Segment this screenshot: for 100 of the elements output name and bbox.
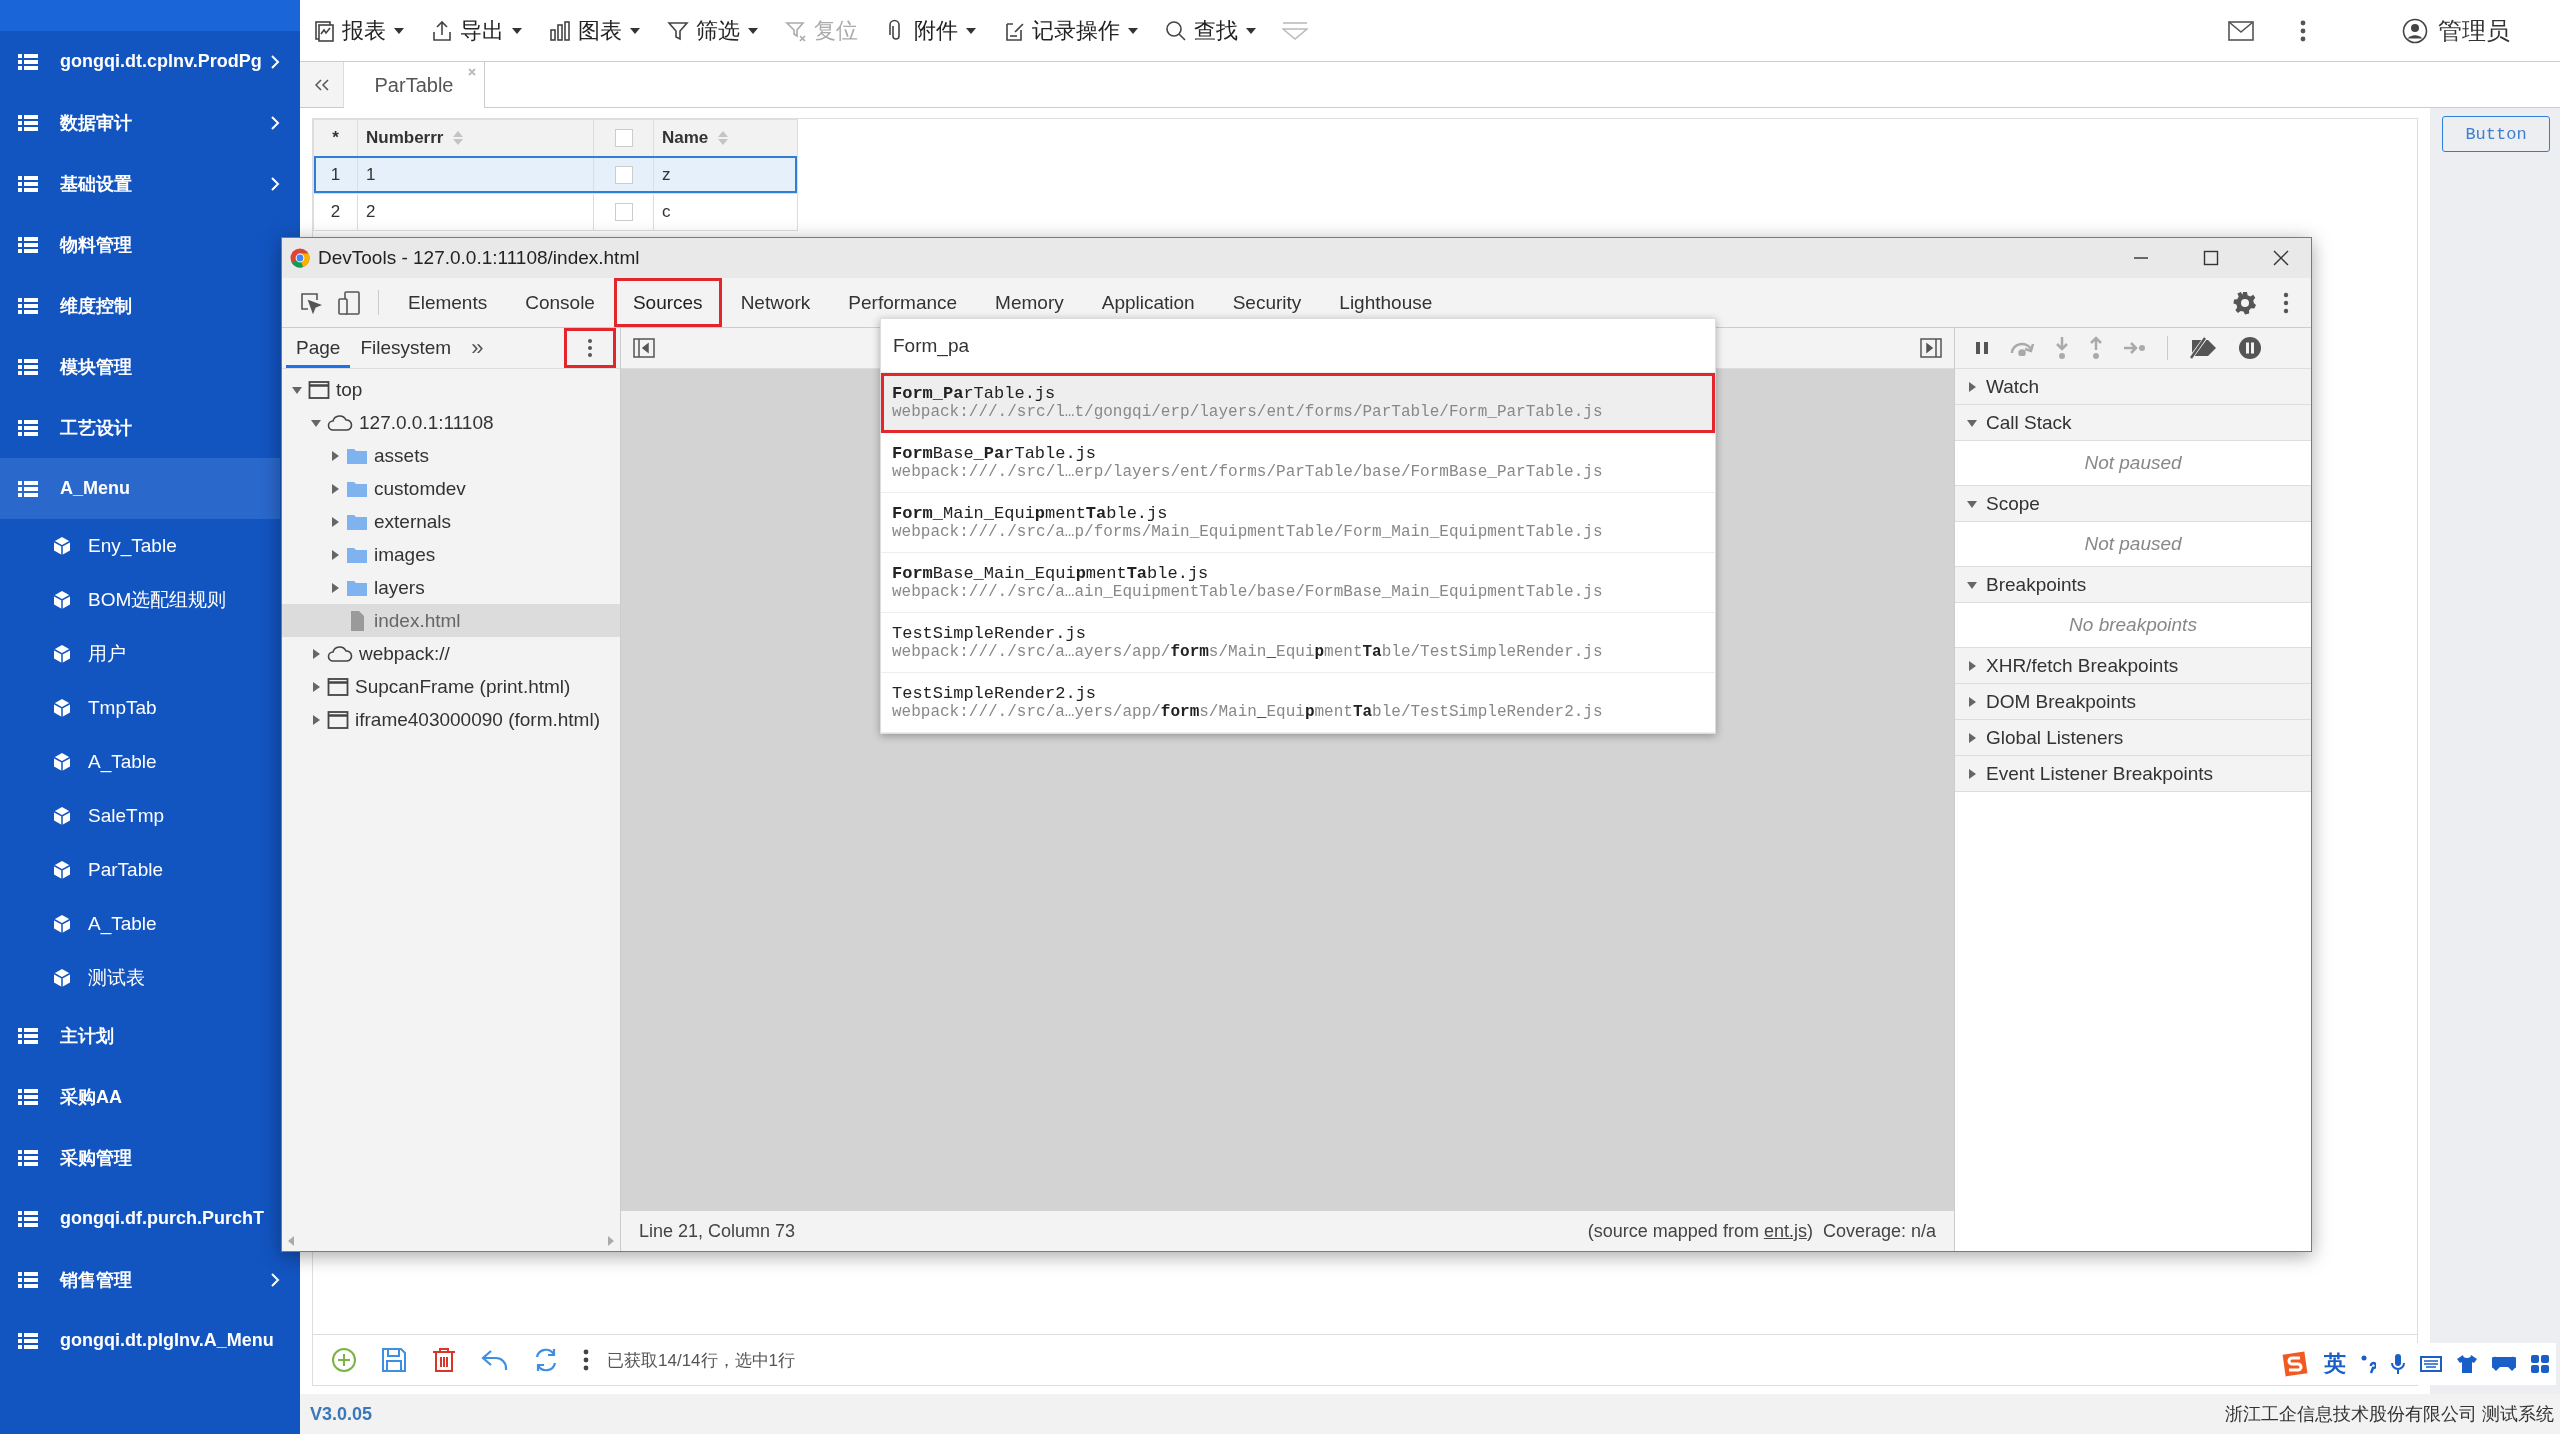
- caret-icon[interactable]: [311, 681, 321, 692]
- device-toolbar-icon[interactable]: [338, 290, 360, 315]
- toolbar-button[interactable]: 图表: [548, 15, 640, 46]
- toolbar-button[interactable]: 报表: [312, 15, 404, 46]
- search-result[interactable]: Form_Main_EquipmentTable.js webpack:///./src/a…p/forms/Main_EquipmentTable/Form_Main_EquipmentTable.js: [881, 493, 1715, 553]
- sidebar-item[interactable]: 主计划: [0, 1005, 280, 1066]
- source-link[interactable]: ent.js: [1763, 1220, 1807, 1241]
- tree-item[interactable]: index.html: [282, 604, 620, 637]
- toolbar-button[interactable]: 筛选: [666, 15, 758, 46]
- shirt-icon[interactable]: [2456, 1354, 2478, 1374]
- navigator-tab[interactable]: Filesystem: [350, 328, 462, 368]
- caret-icon[interactable]: [330, 582, 340, 593]
- search-result[interactable]: Form_ParTable.js webpack:///./src/l…t/gongqi/erp/layers/ent/forms/ParTable/Form_ParTable.js: [881, 373, 1715, 433]
- side-button[interactable]: Button: [2442, 116, 2550, 152]
- section-header[interactable]: Event Listener Breakpoints: [1955, 756, 2311, 792]
- table-row[interactable]: 1 1 z: [314, 156, 797, 193]
- sidebar-item[interactable]: gongqi.df.purch.PurchT: [0, 1188, 280, 1249]
- sidebar-item[interactable]: 物料管理: [0, 214, 280, 275]
- inspect-icon[interactable]: [300, 291, 322, 314]
- search-result[interactable]: FormBase_Main_EquipmentTable.js webpack:///./src/a…ain_EquipmentTable/base/FormBase_Main_EquipmentTable.js: [881, 553, 1715, 613]
- toolbar-button[interactable]: 导出: [430, 15, 522, 46]
- more-icon[interactable]: [2283, 291, 2289, 314]
- grid-icon[interactable]: [2530, 1354, 2550, 1374]
- sidebar-subitem[interactable]: 用户: [0, 627, 280, 681]
- toolbar-button[interactable]: 附件: [884, 15, 976, 46]
- caret-icon[interactable]: [311, 714, 321, 725]
- checkbox[interactable]: [614, 166, 633, 184]
- sidebar-item[interactable]: 采购管理: [0, 1127, 280, 1188]
- sidebar-subitem[interactable]: 测试表: [0, 951, 280, 1005]
- sidebar-item[interactable]: 采购AA: [0, 1066, 280, 1127]
- mail-icon[interactable]: [2228, 20, 2254, 41]
- sidebar-item[interactable]: 数据审计: [0, 92, 280, 153]
- delete-icon[interactable]: [431, 1347, 457, 1373]
- sidebar-item[interactable]: 维度控制: [0, 275, 280, 336]
- punctuation-icon[interactable]: [2360, 1354, 2376, 1374]
- tree-item[interactable]: assets: [282, 439, 620, 472]
- toolbar-button[interactable]: 记录操作: [1002, 15, 1138, 46]
- panel-tab[interactable]: Sources: [613, 278, 722, 327]
- settings-icon[interactable]: [2233, 290, 2257, 315]
- section-header[interactable]: Breakpoints: [1955, 567, 2311, 603]
- pause-on-exceptions-icon[interactable]: [2238, 336, 2262, 360]
- checkbox[interactable]: [614, 203, 633, 221]
- sidebar-item[interactable]: A_Menu: [0, 458, 280, 519]
- panel-tab[interactable]: Console: [506, 278, 614, 327]
- tree-item[interactable]: top: [282, 373, 620, 406]
- sidebar-subitem[interactable]: ParTable: [0, 843, 280, 897]
- keyboard-icon[interactable]: [2420, 1355, 2442, 1373]
- tree-item[interactable]: SupcanFrame (print.html): [282, 670, 620, 703]
- section-header[interactable]: Scope: [1955, 486, 2311, 522]
- table-row[interactable]: 2 2 c: [314, 193, 797, 230]
- document-tab[interactable]: ParTable: [344, 62, 485, 108]
- section-header[interactable]: XHR/fetch Breakpoints: [1955, 648, 2311, 684]
- refresh-icon[interactable]: [533, 1347, 559, 1373]
- sidebar-subitem[interactable]: BOM选配组规则: [0, 573, 280, 627]
- sidebar-subitem[interactable]: A_Table: [0, 897, 280, 951]
- save-icon[interactable]: [381, 1347, 407, 1373]
- column-header[interactable]: Name: [654, 120, 797, 156]
- search-result[interactable]: TestSimpleRender2.js webpack:///./src/a…yers/app/forms/Main_EquipmentTable/TestSimpleRender2.js: [881, 673, 1715, 733]
- tree-item[interactable]: externals: [282, 505, 620, 538]
- caret-icon[interactable]: [311, 417, 321, 428]
- undo-icon[interactable]: [481, 1348, 509, 1372]
- ime-logo-icon[interactable]: [2280, 1349, 2310, 1379]
- tree-item[interactable]: customdev: [282, 472, 620, 505]
- navigator-menu-button[interactable]: [564, 328, 616, 368]
- panel-tab[interactable]: Network: [721, 278, 830, 327]
- sidebar-item[interactable]: gongqi.dt.cplnv.ProdPg: [0, 31, 280, 92]
- more-icon[interactable]: [583, 1349, 589, 1371]
- deactivate-breakpoints-icon[interactable]: [2188, 336, 2218, 360]
- section-header[interactable]: DOM Breakpoints: [1955, 684, 2311, 720]
- tree-item[interactable]: iframe403000090 (form.html): [282, 703, 620, 736]
- sidebar-subitem[interactable]: A_Table: [0, 735, 280, 789]
- navigator-tab[interactable]: Page: [286, 328, 351, 368]
- sidebar-subitem[interactable]: SaleTmp: [0, 789, 280, 843]
- more-icon[interactable]: [2300, 19, 2306, 42]
- caret-icon[interactable]: [311, 648, 321, 659]
- sidebar-subitem[interactable]: Eny_Table: [0, 519, 280, 573]
- section-header[interactable]: Global Listeners: [1955, 720, 2311, 756]
- search-result[interactable]: FormBase_ParTable.js webpack:///./src/l…erp/layers/ent/forms/ParTable/base/FormBase_ParTable.js: [881, 433, 1715, 493]
- sidebar-item[interactable]: gongqi.dt.plgInv.A_Menu: [0, 1310, 280, 1371]
- tree-item[interactable]: layers: [282, 571, 620, 604]
- user-menu[interactable]: 管理员: [2402, 14, 2510, 47]
- caret-icon[interactable]: [330, 450, 340, 461]
- maximize-icon[interactable]: [2203, 250, 2219, 266]
- caret-icon[interactable]: [330, 483, 340, 494]
- tree-item[interactable]: webpack://: [282, 637, 620, 670]
- sidebar-subitem[interactable]: TmpTab: [0, 681, 280, 735]
- sidebar-item[interactable]: 工艺设计: [0, 397, 280, 458]
- section-header[interactable]: Call Stack: [1955, 405, 2311, 441]
- panel-tab[interactable]: Elements: [389, 278, 507, 327]
- sidebar-item[interactable]: 销售管理: [0, 1249, 280, 1310]
- caret-icon[interactable]: [292, 384, 302, 395]
- search-result[interactable]: TestSimpleRender.js webpack:///./src/a…ayers/app/forms/Main_EquipmentTable/TestSimpleRender.js: [881, 613, 1715, 673]
- toggle-debugger-icon[interactable]: [1920, 338, 1942, 358]
- tree-item[interactable]: 127.0.0.1:11108: [282, 406, 620, 439]
- section-header[interactable]: Watch: [1955, 369, 2311, 405]
- caret-icon[interactable]: [330, 549, 340, 560]
- pause-icon[interactable]: [1975, 341, 1989, 355]
- gamepad-icon[interactable]: [2492, 1355, 2516, 1373]
- tree-item[interactable]: images: [282, 538, 620, 571]
- toolbar-button[interactable]: 查找: [1164, 15, 1256, 46]
